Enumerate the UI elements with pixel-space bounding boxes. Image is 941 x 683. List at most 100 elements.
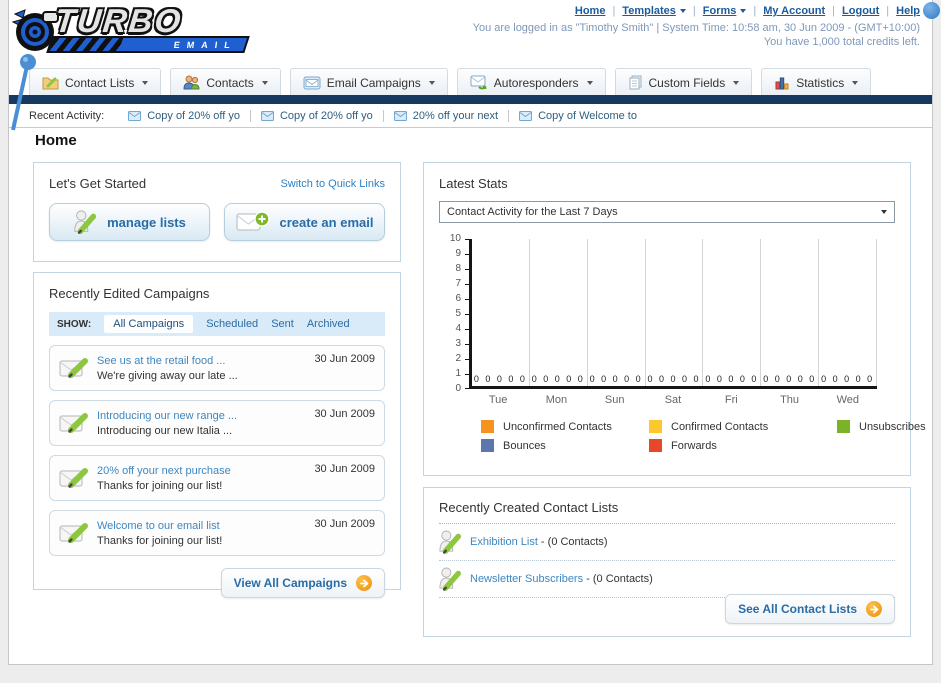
campaign-row[interactable]: Welcome to our email list Thanks for joi…	[49, 510, 385, 556]
envelope-plus-icon	[236, 211, 270, 231]
main-panel: TURBO EMAIL Home Templates Forms My Acco…	[8, 0, 940, 665]
help-bubble-icon[interactable]	[923, 2, 940, 19]
campaign-date: 30 Jun 2009	[314, 408, 375, 420]
legend-label: Unconfirmed Contacts	[503, 420, 612, 433]
chevron-down-icon	[142, 80, 149, 85]
nav-email-campaigns[interactable]: Email Campaigns	[289, 68, 448, 96]
link-forms[interactable]: Forms	[703, 5, 747, 17]
chart-legend: Unconfirmed Contacts Confirmed Contacts Un…	[481, 420, 926, 452]
link-templates[interactable]: Templates	[622, 5, 686, 17]
x-tick-label: Fri	[724, 394, 738, 406]
activity-item[interactable]: Copy of Welcome to	[508, 109, 647, 122]
activity-item[interactable]: Copy of 20% off yo	[249, 109, 383, 122]
y-tick-label: 6	[455, 293, 461, 304]
y-tick	[465, 359, 469, 360]
nav-label: Contacts	[206, 75, 254, 90]
campaign-link[interactable]: 20% off your next purchase	[97, 464, 306, 478]
latest-stats-title: Latest Stats	[439, 176, 508, 191]
legend-item: Unconfirmed Contacts	[481, 420, 649, 433]
campaigns-box: Recently Edited Campaigns SHOW: All Camp…	[33, 272, 401, 598]
y-tick	[465, 269, 469, 270]
tab-sent[interactable]: Sent	[271, 318, 294, 330]
y-tick	[465, 344, 469, 345]
x-tick-label: Sun	[604, 394, 625, 406]
value-labels: 0 0 0 0 0	[763, 374, 817, 384]
pages-icon	[629, 75, 642, 90]
campaign-row[interactable]: 20% off your next purchase Thanks for jo…	[49, 455, 385, 501]
credits-info: You have 1,000 total credits left.	[763, 36, 920, 48]
campaign-date: 30 Jun 2009	[314, 353, 375, 365]
legend-swatch	[649, 439, 662, 452]
value-labels: 0 0 0 0 0	[589, 374, 643, 384]
activity-item[interactable]: Copy of 20% off yo	[118, 110, 250, 122]
chevron-down-icon	[852, 80, 859, 85]
person-pencil-icon	[439, 567, 461, 591]
chevron-down-icon	[733, 80, 740, 85]
y-tick-label: 1	[455, 368, 461, 379]
link-home[interactable]: Home	[575, 5, 606, 17]
campaign-row[interactable]: Introducing our new range ... Introducin…	[49, 400, 385, 446]
nav-autoresponders[interactable]: Autoresponders	[456, 68, 606, 96]
y-tick-label: 0	[455, 383, 461, 394]
arrow-right-icon	[866, 601, 882, 617]
activity-text: 20% off your next	[412, 109, 499, 122]
y-tick	[465, 239, 469, 240]
nav-label: Contact Lists	[65, 75, 135, 90]
campaign-link[interactable]: Introducing our new range ...	[97, 409, 306, 423]
x-tick-label: Sat	[664, 394, 682, 406]
legend-swatch	[481, 420, 494, 433]
login-info: You are logged in as "Timothy Smith" | S…	[472, 22, 920, 34]
campaign-link[interactable]: Welcome to our email list	[97, 519, 306, 533]
campaign-subtitle: Thanks for joining our list!	[97, 534, 223, 547]
link-logout[interactable]: Logout	[842, 5, 879, 17]
campaign-row[interactable]: See us at the retail food ... We're givi…	[49, 345, 385, 391]
nav-custom-fields[interactable]: Custom Fields	[614, 68, 753, 96]
contact-list-link[interactable]: Newsletter Subscribers	[470, 573, 583, 585]
envelope-pencil-icon	[59, 358, 88, 378]
nav-contacts[interactable]: Contacts	[170, 68, 281, 96]
envelope-pencil-icon	[59, 413, 88, 433]
people-icon	[183, 75, 200, 90]
manage-lists-button[interactable]: manage lists	[49, 203, 210, 241]
switch-quick-links[interactable]: Switch to Quick Links	[280, 178, 385, 190]
chart-day-group: 0 0 0 0 0	[472, 239, 530, 386]
logo-title: TURBO	[53, 2, 185, 39]
contact-list-link[interactable]: Exhibition List	[470, 536, 538, 548]
nav-contact-lists[interactable]: Contact Lists	[29, 68, 162, 96]
value-labels: 0 0 0 0 0	[647, 374, 701, 384]
y-tick-label: 8	[455, 263, 461, 274]
campaigns-tabbar: SHOW: All Campaigns Scheduled Sent Archi…	[49, 312, 385, 336]
bar-chart-icon	[775, 77, 789, 89]
y-tick	[465, 299, 469, 300]
legend-label: Forwards	[671, 439, 717, 452]
stats-filter-select[interactable]: Contact Activity for the Last 7 Days	[439, 201, 895, 223]
tab-scheduled[interactable]: Scheduled	[206, 318, 258, 330]
arrow-right-icon	[356, 575, 372, 591]
nav-statistics[interactable]: Statistics	[761, 68, 872, 96]
link-my-account[interactable]: My Account	[763, 5, 825, 17]
legend-swatch	[481, 439, 494, 452]
value-labels: 0 0 0 0 0	[531, 374, 585, 384]
link-help[interactable]: Help	[896, 5, 920, 17]
create-email-button[interactable]: create an email	[224, 203, 385, 241]
see-all-contact-lists-label: See All Contact Lists	[738, 602, 857, 616]
y-tick-label: 10	[449, 233, 461, 244]
y-tick	[465, 284, 469, 285]
tab-archived[interactable]: Archived	[307, 318, 350, 330]
see-all-contact-lists-button[interactable]: See All Contact Lists	[725, 594, 895, 624]
chart-day-group: 0 0 0 0 0	[588, 239, 646, 386]
legend-item: Unsubscribes	[837, 420, 926, 433]
page-title: Home	[35, 132, 77, 149]
pin-decoration	[11, 54, 36, 131]
view-all-campaigns-button[interactable]: View All Campaigns	[220, 568, 385, 598]
activity-item[interactable]: 20% off your next	[382, 109, 508, 122]
contact-lists-box: Recently Created Contact Lists Exhibitio…	[423, 487, 911, 637]
tab-all-campaigns[interactable]: All Campaigns	[104, 315, 194, 333]
chevron-down-icon	[881, 210, 887, 214]
campaign-link[interactable]: See us at the retail food ...	[97, 354, 306, 368]
campaign-date: 30 Jun 2009	[314, 463, 375, 475]
logo-subtitle: EMAIL	[173, 39, 238, 50]
legend-swatch	[837, 420, 850, 433]
chart-day-group: 0 0 0 0 0	[761, 239, 820, 386]
list-item: Newsletter Subscribers - (0 Contacts)	[439, 561, 895, 598]
